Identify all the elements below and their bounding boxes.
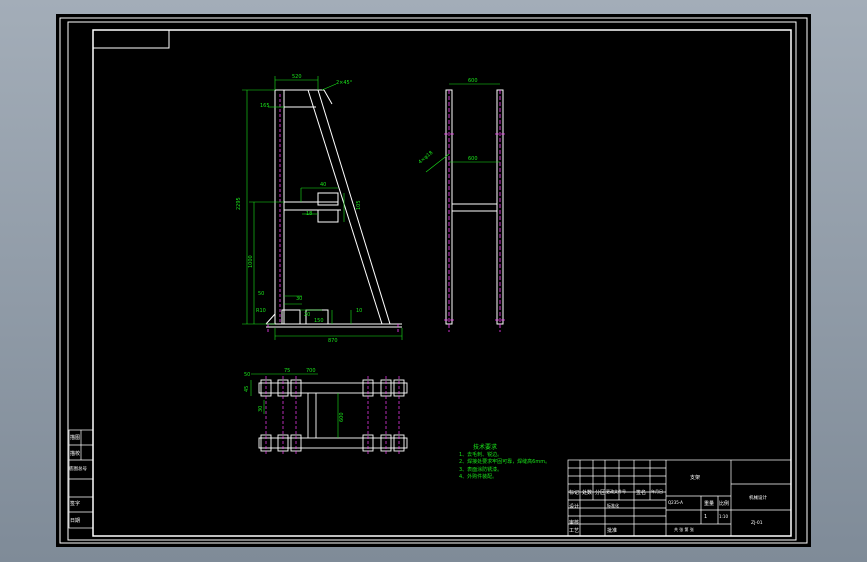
plan-dim-f: 600 [339,412,345,422]
tb-header-mark: 标记 [569,490,580,496]
tb-row-design: 设计 [569,504,580,510]
tb-header-doc: 更改文件号 [606,489,626,494]
tb-ratio: 比例 [719,501,730,507]
strip-label-sign: 签字 [70,501,81,507]
front-dim-mid-a: 40 [320,182,326,188]
front-dim-bottom-e: 10 [356,308,362,314]
front-dim-height-total: 2295 [236,197,242,210]
plan-dim-d: 45 [244,386,250,392]
tb-header-date: 年月日 [651,489,663,494]
front-dim-mid-c: 105 [356,200,362,210]
tb-approve: 批准 [607,528,618,534]
front-dim-bracket: 165 [260,103,270,109]
strip-label-trace: 描图 [70,435,81,441]
drawing-sheet: 520 2×45° 165 2295 1000 40 18 105 50 30 … [56,14,811,547]
cad-drawing: 520 2×45° 165 2295 1000 40 18 105 50 30 … [59,17,808,544]
front-dim-chamfer: 2×45° [336,80,353,86]
plan-dim-e: 30 [258,406,264,412]
front-dim-bottom-b: 30 [296,296,302,302]
technical-notes: 技术要求 1、去毛刺、锐边。 2、焊接处要求牢固可靠，焊缝高6mm。 3、表面涂… [459,444,550,482]
front-dim-mid-b: 18 [306,211,312,217]
tb-scale: 1:10 [719,514,728,519]
side-dim-top: 600 [468,78,478,84]
front-dim-bottom-d: 150 [314,318,324,324]
side-view: 600 600 4×φ18 [417,78,505,332]
tb-header-zone: 分区 [595,490,606,496]
code-box [92,29,170,49]
tb-company: 机械设计 [749,496,767,501]
plan-dim-a: 50 [244,372,250,378]
strip-label-date: 日期 [70,518,81,524]
tb-material: Q235-A [668,500,683,505]
tb-standard: 标准化 [607,503,619,508]
tb-code: ZJ-01 [751,521,763,526]
front-dim-bottom-a: 50 [258,291,264,297]
side-dim-mid: 600 [468,156,478,162]
tb-header-count: 处数 [582,490,593,496]
strip-label-check: 描校 [70,451,81,457]
tb-weight: 重量 [704,501,715,507]
outer-frame [59,17,808,544]
tb-sheet: 1 [704,514,708,520]
front-view: 520 2×45° 165 2295 1000 40 18 105 50 30 … [236,74,403,344]
tb-total: 共 张 第 张 [674,527,694,532]
note-item-4: 4、外购件装配。 [459,474,498,481]
strip-label-number: 底图总号 [69,467,87,472]
tb-row-process: 工艺 [569,528,580,534]
plan-dim-c: 700 [306,368,316,374]
front-dim-foot-angle: R10 [256,308,266,314]
tb-drawing-name: 支架 [690,475,701,481]
left-strip [68,429,94,529]
front-dim-base: 870 [328,338,338,344]
plan-view: 50 75 700 45 30 600 [244,368,408,454]
side-dim-diag: 4×φ18 [417,150,434,166]
front-dim-top: 520 [292,74,302,80]
plan-dim-b: 75 [284,368,290,374]
note-item-2: 2、焊接处要求牢固可靠，焊缝高6mm。 [459,459,551,466]
notes-title: 技术要求 [473,444,498,451]
front-dim-height-mid: 1000 [248,255,254,268]
front-dim-bottom-c: 20 [304,312,310,318]
tb-row-review: 审核 [569,520,580,526]
tb-header-sign: 签名 [636,490,647,496]
inner-frame [67,21,797,541]
